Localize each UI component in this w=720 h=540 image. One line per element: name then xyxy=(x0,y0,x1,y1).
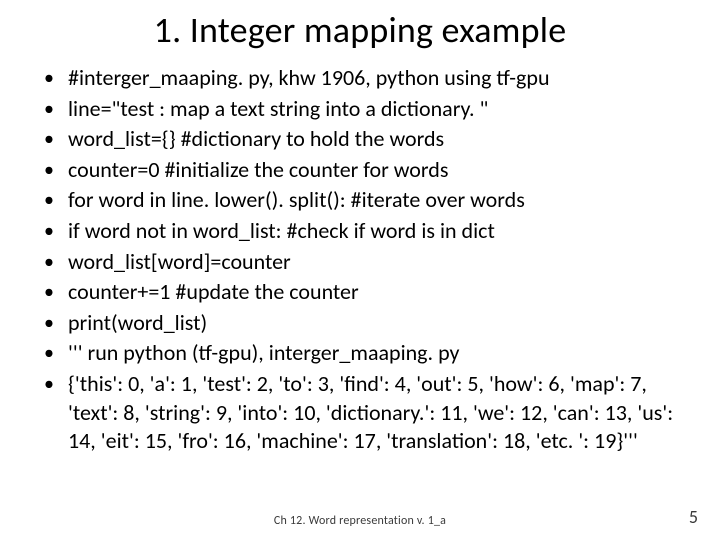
slide-title: 1. Integer mapping example xyxy=(20,8,700,52)
bullet-list: #interger_maaping. py, khw 1906, python … xyxy=(34,64,690,456)
list-item: ''' run python (tf-gpu), interger_maapin… xyxy=(34,339,690,368)
list-item: #interger_maaping. py, khw 1906, python … xyxy=(34,64,690,93)
slide: 1. Integer mapping example #interger_maa… xyxy=(0,0,720,540)
page-number: 5 xyxy=(689,506,698,528)
list-item: {'this': 0, 'a': 1, 'test': 2, 'to': 3, … xyxy=(34,370,690,456)
list-item: if word not in word_list: #check if word… xyxy=(34,217,690,246)
list-item: counter=0 #initialize the counter for wo… xyxy=(34,156,690,185)
list-item: for word in line. lower(). split(): #ite… xyxy=(34,186,690,215)
slide-body: #interger_maaping. py, khw 1906, python … xyxy=(20,64,700,456)
list-item: word_list[word]=counter xyxy=(34,248,690,277)
list-item: line="test : map a text string into a di… xyxy=(34,95,690,124)
list-item: word_list={} #dictionary to hold the wor… xyxy=(34,125,690,154)
list-item: counter+=1 #update the counter xyxy=(34,278,690,307)
list-item: print(word_list) xyxy=(34,309,690,338)
footer-center-text: Ch 12. Word representation v. 1_a xyxy=(0,514,720,528)
